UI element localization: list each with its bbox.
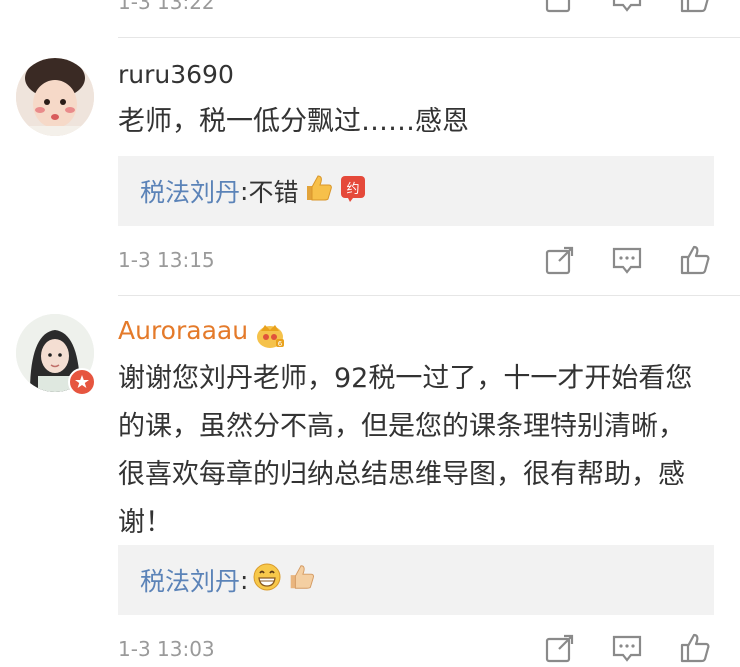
divider: [118, 295, 740, 296]
reply-box[interactable]: 税法刘丹 : 不错 约: [118, 156, 714, 226]
svg-text:约: 约: [347, 182, 360, 197]
share-icon[interactable]: [544, 244, 576, 276]
divider: [118, 37, 740, 38]
reply-author[interactable]: 税法刘丹: [140, 173, 240, 209]
share-icon[interactable]: [544, 0, 576, 14]
vip-crown-icon: 6: [254, 321, 286, 349]
like-icon[interactable]: [679, 632, 711, 664]
timestamp: 1-3 13:15: [118, 248, 215, 272]
comment-icon[interactable]: [611, 244, 643, 276]
reply-box[interactable]: 税法刘丹 :: [118, 545, 714, 615]
reply-separator: :: [240, 565, 249, 595]
share-icon[interactable]: [544, 632, 576, 664]
reply-author[interactable]: 税法刘丹: [140, 562, 240, 598]
comment-text: 谢谢您刘丹老师，92税一过了，十一才开始看您的课，虽然分不高，但是您的课条理特别…: [118, 363, 693, 538]
verified-badge-icon: [68, 368, 96, 396]
comment-icon[interactable]: [611, 0, 643, 14]
svg-text:6: 6: [278, 340, 283, 348]
thumbs-up-icon: [302, 172, 334, 210]
reply-text: 不错: [248, 178, 299, 207]
like-icon[interactable]: [679, 0, 711, 14]
reply-separator: :: [240, 176, 249, 206]
gift-badge-icon: 约: [338, 173, 368, 209]
like-icon[interactable]: [679, 244, 711, 276]
username[interactable]: ruru3690: [118, 60, 234, 89]
comment-icon[interactable]: [611, 632, 643, 664]
avatar[interactable]: [16, 58, 94, 136]
comment-text: 老师，税一低分飘过……感恩: [118, 106, 469, 137]
timestamp: 1-3 13:03: [118, 637, 215, 661]
grin-icon: [252, 562, 282, 598]
timestamp: 1-3 13:22: [118, 0, 215, 14]
username[interactable]: Auroraaau: [118, 316, 248, 345]
thumbs-up-icon: [286, 562, 316, 598]
